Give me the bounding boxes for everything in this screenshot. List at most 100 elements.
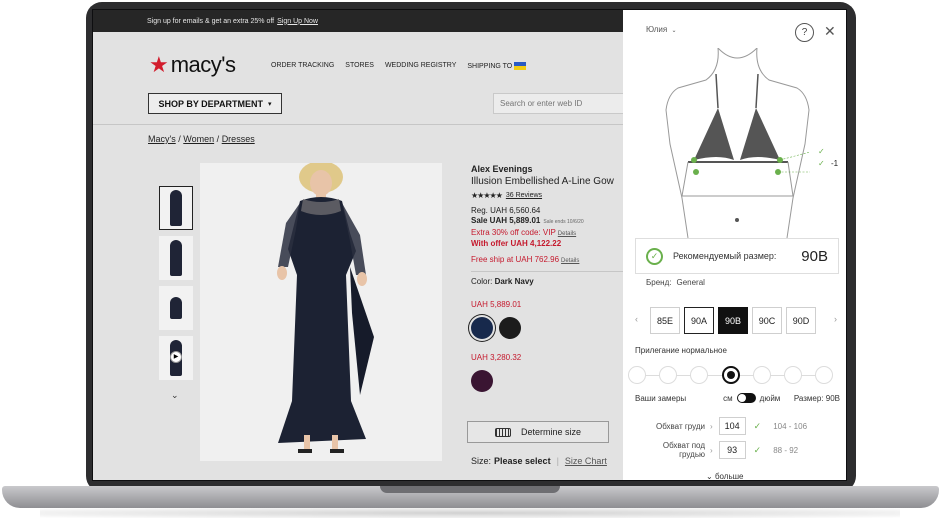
measurement-range: 88 - 92 [773, 445, 799, 455]
determine-size-label: Determine size [520, 427, 582, 437]
determine-size-button[interactable]: Determine size [467, 421, 609, 443]
product-rating: ★★★★★ 36 Reviews [471, 191, 631, 200]
caret-down-icon: ▾ [268, 100, 272, 108]
size-option-90b[interactable]: 90B [718, 307, 748, 334]
swatch-dark-navy[interactable] [471, 317, 493, 339]
thumbnail-3[interactable] [159, 286, 193, 330]
size-chart-link[interactable]: Size Chart [565, 456, 607, 466]
laptop-notch [380, 486, 560, 493]
breadcrumb-women[interactable]: Women [183, 134, 214, 144]
fit-step-5[interactable] [752, 366, 771, 384]
close-icon[interactable]: ✕ [824, 22, 836, 40]
recommended-size-label: Рекомендуемый размер: [673, 251, 777, 261]
details-divider [471, 271, 631, 272]
unit-cm-label: см [723, 393, 733, 403]
fit-step-7[interactable] [815, 366, 833, 384]
size-prev-arrow-icon[interactable]: ‹ [635, 314, 638, 324]
sign-up-link[interactable]: Sign Up Now [277, 18, 318, 25]
chevron-right-icon: › [710, 421, 713, 431]
thumbnail-4-video[interactable]: ▶ [159, 336, 193, 380]
top-nav: ORDER TRACKING STORES WEDDING REGISTRY S… [271, 62, 527, 70]
sale-price: Sale UAH 5,889.01 Sale ends 10/6/20 [471, 216, 631, 225]
macys-product-page: Sign up for emails & get an extra 25% of… [93, 10, 631, 480]
measurements-label: Ваши замеры [635, 393, 687, 403]
fit-label: Прилегание нормальное [635, 346, 727, 355]
brand-line: Бренд: General [646, 278, 705, 287]
nav-shipping-to[interactable]: SHIPPING TO [467, 62, 527, 70]
recommended-size-value: 90B [801, 247, 828, 265]
thumbnail-2[interactable] [159, 236, 193, 280]
nav-stores[interactable]: STORES [345, 62, 374, 70]
play-icon: ▶ [170, 351, 182, 363]
macys-logo[interactable]: ★ macy's [149, 52, 236, 78]
star-icon: ★ [149, 52, 169, 77]
promo-code-text: Extra 30% off code: VIP [471, 228, 556, 237]
help-icon[interactable]: ? [795, 23, 814, 42]
measurement-input[interactable]: 104 [718, 417, 746, 435]
chevron-down-icon: ⌄ [706, 472, 713, 480]
size-value: Please select [494, 456, 551, 466]
recommended-size-box: ✓ Рекомендуемый размер: 90B [635, 238, 839, 274]
size-option-85e[interactable]: 85E [650, 307, 680, 334]
thumbnail-strip: ▶ [159, 186, 193, 386]
ukraine-flag-icon [514, 62, 527, 70]
regular-price: Reg. UAH 6,560.64 [471, 206, 541, 215]
shop-by-department-button[interactable]: SHOP BY DEPARTMENT ▾ [148, 93, 282, 114]
thumbnails-down-chevron-icon[interactable]: ⌄ [171, 390, 179, 401]
logo-wordmark: macy's [170, 52, 236, 77]
reviews-link[interactable]: 36 Reviews [506, 192, 542, 199]
header-divider [93, 124, 623, 125]
swatch-group-a [471, 317, 631, 339]
brand-value: General [676, 278, 705, 287]
nav-wedding-registry[interactable]: WEDDING REGISTRY [385, 62, 456, 70]
size-option-90d[interactable]: 90D [786, 307, 816, 334]
swatch-black[interactable] [499, 317, 521, 339]
size-separator: | [556, 456, 559, 466]
measurements-size: Размер: 90B [793, 393, 840, 403]
fit-step-2[interactable] [659, 366, 678, 384]
measurements-header: Ваши замеры см дюйм Размер: 90B [635, 393, 840, 403]
swatch-plum[interactable] [471, 370, 493, 392]
measurement-input[interactable]: 93 [718, 441, 746, 459]
nav-order-tracking[interactable]: ORDER TRACKING [271, 62, 334, 70]
product-brand[interactable]: Alex Evenings [471, 164, 631, 174]
size-option-90c[interactable]: 90C [752, 307, 782, 334]
sale-price-value: Sale UAH 5,889.01 [471, 216, 541, 225]
search-input[interactable] [493, 93, 628, 114]
product-name: Illusion Embellished A-Line Gow [471, 176, 614, 187]
breadcrumb-macys[interactable]: Macy's [148, 134, 176, 144]
fit-step-6[interactable] [783, 366, 802, 384]
fit-step-1[interactable] [628, 366, 646, 384]
laptop-shadow [40, 508, 900, 518]
user-name: Юлия [646, 25, 668, 34]
size-selector-row: Size: Please select | Size Chart [471, 456, 607, 466]
measuring-tape-icon [494, 427, 511, 437]
color-label: Color: Dark Navy [471, 277, 631, 286]
show-more-toggle[interactable]: ⌄ больше [706, 472, 744, 480]
promo-code-line: Extra 30% off code: VIP Details [471, 228, 631, 237]
size-next-arrow-icon[interactable]: › [834, 314, 837, 324]
main-product-image[interactable] [200, 163, 442, 461]
measurement-row-bust: Обхват груди › 104 ✓ 104 - 106 [635, 417, 840, 435]
promo-text: Sign up for emails & get an extra 25% of… [147, 17, 275, 25]
size-option-90a[interactable]: 90A [684, 307, 714, 334]
size-options: 85E 90A 90B 90C 90D [650, 307, 816, 334]
unit-toggle[interactable] [736, 393, 756, 403]
shipping-details-link[interactable]: Details [561, 258, 579, 264]
breadcrumb-separator: / [216, 134, 220, 144]
breadcrumb-dresses[interactable]: Dresses [222, 134, 255, 144]
dress-model-illustration [277, 163, 374, 453]
promo-details-link[interactable]: Details [558, 231, 576, 237]
measurement-label: Обхват под грудью [662, 441, 705, 459]
swatch-group-b [471, 370, 631, 392]
thumbnail-1[interactable] [159, 186, 193, 230]
fit-step-3[interactable] [690, 366, 709, 384]
color-value: Dark Navy [494, 277, 534, 286]
sale-ends: Sale ends 10/6/20 [543, 219, 584, 225]
dress-thumbnail-image [170, 190, 182, 226]
fit-step-4[interactable] [721, 366, 740, 384]
user-profile-dropdown[interactable]: Юлия ⌄ [646, 25, 676, 34]
measurement-row-underbust: Обхват под грудью › 93 ✓ 88 - 92 [635, 441, 840, 459]
unit-inch-label: дюйм [759, 393, 781, 403]
shop-by-department-label: SHOP BY DEPARTMENT [158, 98, 263, 109]
